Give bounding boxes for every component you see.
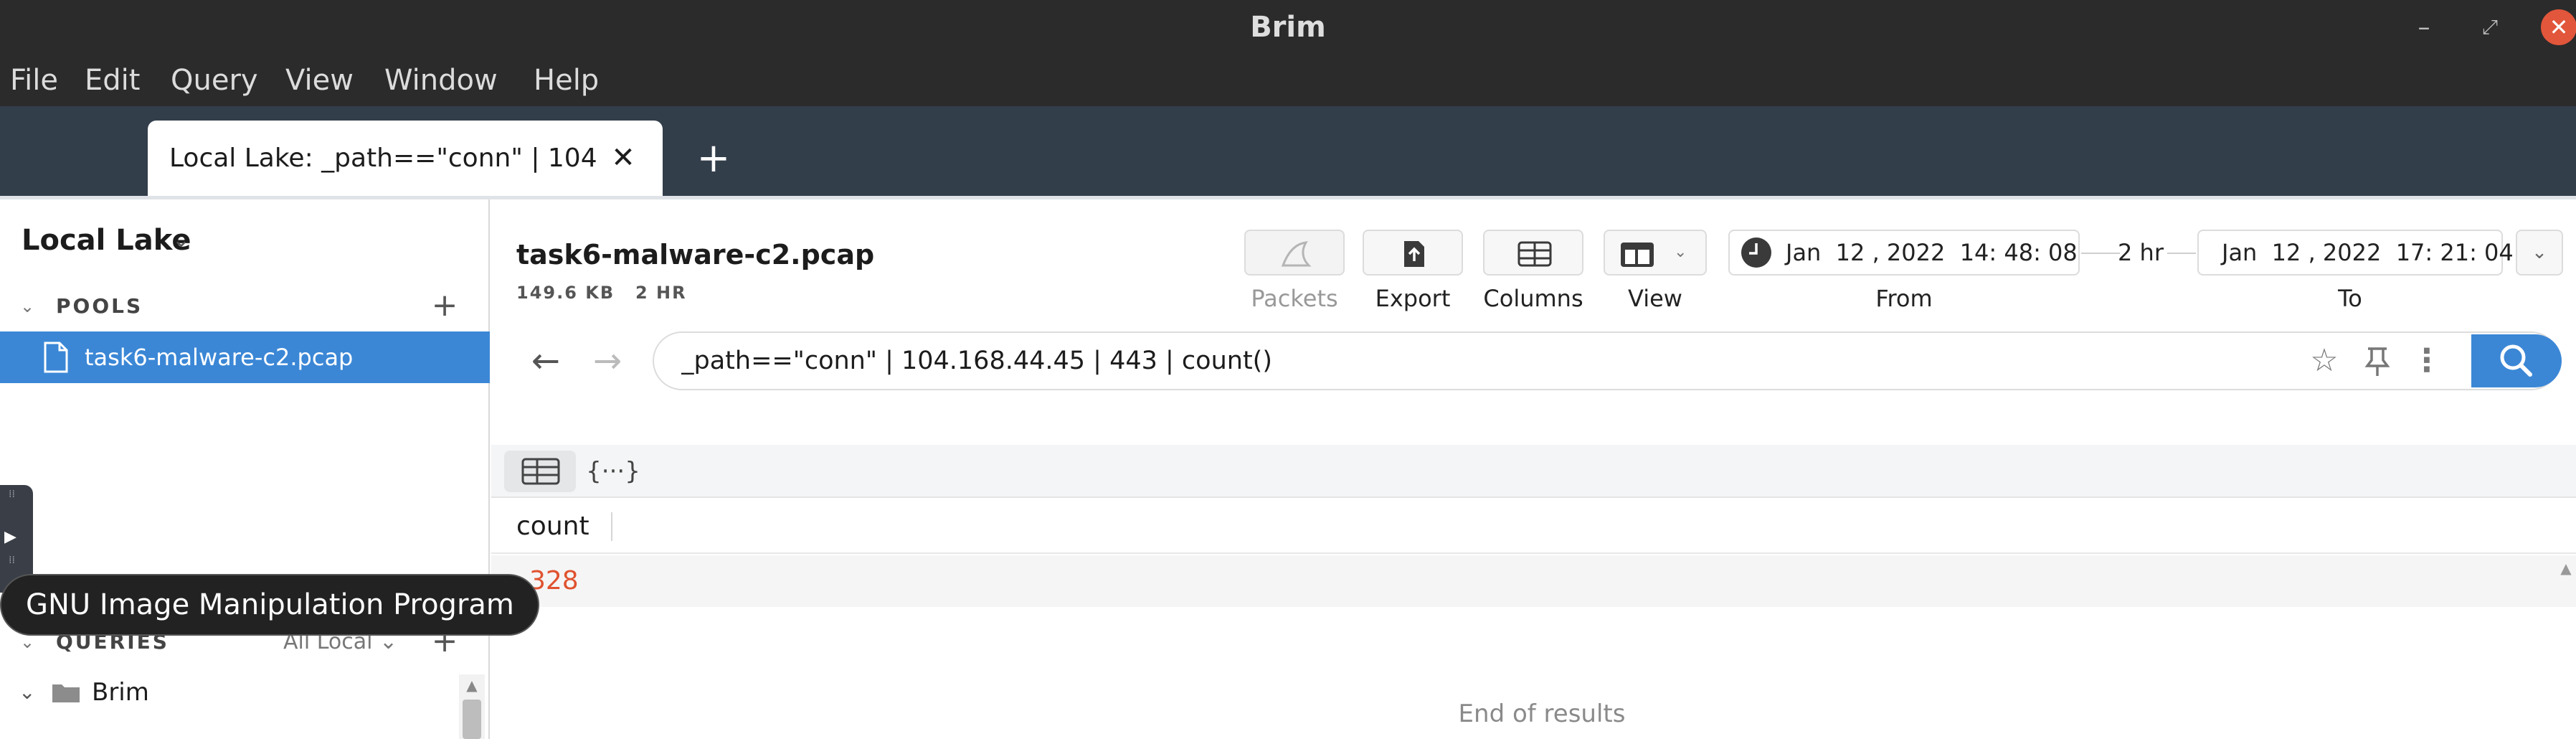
time-from-value: Jan 12 , 2022 14: 48: 08 — [1786, 239, 2078, 266]
json-view-toggle[interactable]: {···} — [584, 451, 642, 492]
pool-name: task6-malware-c2.pcap — [85, 344, 354, 371]
pools-section-title: POOLS — [56, 294, 143, 318]
menu-edit[interactable]: Edit — [85, 55, 140, 106]
query-group-brim[interactable]: Brim — [92, 674, 149, 710]
tab-query-label: Local Lake: _path=="conn" | 104.1... — [169, 143, 600, 173]
chevron-down-icon[interactable]: ⌄ — [172, 219, 201, 262]
pools-collapse-icon[interactable]: ⌄ — [20, 288, 42, 324]
view-button[interactable]: ⌄ — [1604, 230, 1707, 276]
grip-icon: ⁞⁞ — [9, 489, 15, 500]
sidebar-scroll-thumb[interactable] — [463, 700, 481, 739]
column-resize-handle[interactable] — [611, 512, 612, 541]
time-to-value: Jan 12 , 2022 17: 21: 04 — [2222, 239, 2514, 266]
export-icon — [1404, 241, 1424, 267]
app-tooltip: GNU Image Manipulation Program — [0, 574, 539, 636]
new-tab-button[interactable]: + — [692, 121, 735, 196]
search-input[interactable] — [681, 331, 2259, 390]
export-label: Export — [1375, 285, 1451, 312]
time-connector — [2167, 253, 2196, 254]
window-title: Brim — [1250, 11, 1326, 44]
time-to-label: To — [2338, 285, 2362, 312]
time-connector — [2081, 253, 2120, 254]
scroll-up-arrow-icon[interactable]: ▲ — [459, 674, 485, 696]
close-window-button[interactable]: ✕ — [2541, 9, 2576, 45]
end-of-results-text: End of results — [1458, 700, 1626, 728]
scroll-up-arrow-icon[interactable]: ▲ — [2557, 560, 2575, 577]
results-toolbar — [491, 445, 2576, 498]
packets-button[interactable] — [1244, 230, 1345, 276]
lake-selector[interactable]: Local Lake — [22, 219, 191, 262]
export-button[interactable] — [1363, 230, 1463, 276]
pool-span: 2 HR — [635, 283, 687, 303]
table-row[interactable] — [491, 555, 2576, 607]
tab-close-icon[interactable]: ✕ — [607, 121, 640, 196]
menu-file[interactable]: File — [10, 55, 58, 106]
layout-icon — [1621, 243, 1654, 267]
columns-label: Columns — [1483, 285, 1583, 312]
back-arrow-icon[interactable]: ← — [521, 336, 571, 386]
pin-icon[interactable] — [2364, 346, 2391, 377]
time-span-value: 2 hr — [2118, 239, 2164, 266]
columns-icon — [1517, 241, 1552, 267]
column-header-count[interactable]: count — [516, 499, 589, 554]
view-label: View — [1628, 285, 1682, 312]
menu-query[interactable]: Query — [171, 55, 258, 106]
pool-title: task6-malware-c2.pcap — [516, 239, 875, 270]
menu-help[interactable]: Help — [534, 55, 599, 106]
file-icon — [44, 342, 68, 373]
packets-label: Packets — [1251, 285, 1338, 312]
star-icon[interactable]: ☆ — [2306, 339, 2342, 383]
play-icon[interactable]: ▶ — [4, 525, 23, 550]
chevron-down-icon[interactable]: ⌄ — [19, 674, 43, 710]
time-from-label: From — [1875, 285, 1933, 312]
menu-window[interactable]: Window — [384, 55, 498, 106]
more-options-icon[interactable]: ⋮ — [2411, 339, 2443, 383]
pool-size: 149.6 KB — [516, 283, 615, 303]
columns-button[interactable] — [1483, 230, 1583, 276]
forward-arrow-icon[interactable]: → — [582, 336, 633, 386]
minimize-button[interactable]: – — [2410, 10, 2438, 44]
clock-icon — [1741, 237, 1771, 268]
table-header — [491, 499, 2576, 554]
restore-button[interactable]: ⤢ — [2476, 10, 2504, 44]
time-range-menu-button[interactable]: ⌄ — [2516, 230, 2563, 276]
table-icon — [521, 458, 560, 485]
menu-view[interactable]: View — [285, 55, 354, 106]
search-icon — [2500, 344, 2532, 377]
folder-icon — [52, 684, 80, 702]
add-pool-button[interactable]: + — [429, 286, 460, 326]
shark-fin-icon — [1281, 241, 1312, 267]
chevron-down-icon: ⌄ — [1674, 243, 1687, 261]
